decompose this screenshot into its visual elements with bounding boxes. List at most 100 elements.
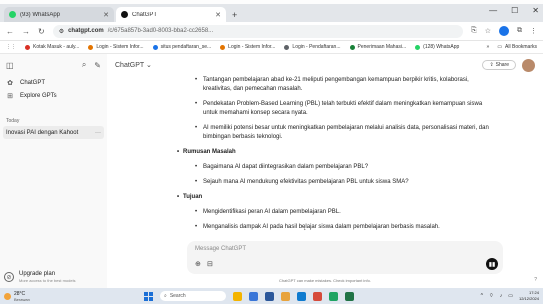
main-header: ChatGPT ⌄ ⇪ Share <box>107 54 543 76</box>
sidebar-item-explore-gpts[interactable]: ⊞ Explore GPTs <box>0 89 107 102</box>
search-icon[interactable]: ⌕ <box>82 60 86 70</box>
avatar[interactable] <box>522 58 535 72</box>
bookmarks-right: » ▭ All Bookmarks <box>487 44 537 50</box>
bookmark-item[interactable]: Login - Sistem Infor... <box>220 44 275 50</box>
close-window-icon[interactable]: ✕ <box>532 6 539 15</box>
bookmark-item[interactable]: Login - Sistem Infor... <box>88 44 144 50</box>
bookmark-item[interactable]: (128) WhatsApp <box>415 44 459 50</box>
app-icon[interactable] <box>313 291 322 301</box>
whatsapp-icon <box>9 11 16 18</box>
main-panel: ChatGPT ⌄ ⇪Share Tantangan pembelajaran … <box>107 54 543 288</box>
tab-whatsapp[interactable]: (93) WhatsApp ✕ <box>4 7 114 22</box>
message-input[interactable]: Message ChatGPT <box>195 246 246 252</box>
taskbar: 28°C Berawan ⌕ Search ^ ⌔ ♪ ▭ 17:24 12/12… <box>0 288 543 304</box>
close-icon[interactable]: ✕ <box>215 11 221 19</box>
model-selector[interactable]: ChatGPT ⌄ <box>115 61 152 69</box>
edge-icon[interactable] <box>297 291 306 301</box>
chevron-right-icon[interactable]: » <box>487 44 490 50</box>
bookmark-item[interactable]: Kotak Masuk - auly... <box>25 44 79 50</box>
sidebar: ◫ ⌕ ✎ ✿ ChatGPT ⊞ Explore GPTs Today Ino… <box>0 54 107 288</box>
chrome-icon[interactable] <box>329 291 338 301</box>
sidebar-toggle-icon[interactable]: ◫ <box>6 61 14 70</box>
url-host: chatgpt.com <box>68 28 104 34</box>
volume-icon[interactable]: ♪ <box>500 293 503 299</box>
list-item: Sejauh mana AI mendukung efektivitas pem… <box>195 178 495 187</box>
list-item: Menganalisis dampak AI pada hasil belaja… <box>195 223 495 232</box>
profile-icon[interactable] <box>499 26 509 36</box>
file-explorer-icon[interactable] <box>281 291 290 301</box>
upgrade-subtitle: More access to the best models <box>19 278 76 283</box>
star-icon[interactable]: ☆ <box>485 27 491 35</box>
scroll-down-icon[interactable]: ↓ <box>303 225 307 232</box>
windows-start-icon[interactable] <box>144 291 153 301</box>
sidebar-item-label: ChatGPT <box>20 79 46 86</box>
voice-icon[interactable]: ▮▮ <box>486 258 498 270</box>
chevron-up-icon[interactable]: ^ <box>481 293 483 299</box>
clock[interactable]: 17:24 12/12/2024 <box>519 290 539 302</box>
battery-icon[interactable]: ▭ <box>508 293 513 299</box>
menu-icon[interactable]: ⋮ <box>530 27 537 35</box>
chat-history-item[interactable]: Inovasi PAI dengan Kahoot ··· <box>3 126 104 139</box>
gmail-icon <box>25 44 30 50</box>
share-icon: ⇪ <box>489 62 494 68</box>
list-item: AI memiliki potensi besar untuk meningka… <box>195 124 495 142</box>
site-info-icon[interactable]: ⚙ <box>59 28 64 35</box>
extensions-icon[interactable]: ⧉ <box>517 27 522 35</box>
minimize-icon[interactable]: — <box>489 6 497 15</box>
section-heading: Tujuan <box>177 193 495 202</box>
address-actions: ⎘ ☆ ⧉ ⋮ <box>471 26 537 36</box>
new-chat-icon[interactable]: ✎ <box>94 61 101 70</box>
bullet-list: Bagaimana AI dapat diintegrasikan dalam … <box>195 163 495 187</box>
translate-icon[interactable]: ⎘ <box>471 27 477 35</box>
reload-icon[interactable]: ↻ <box>38 27 45 36</box>
message-composer[interactable]: Message ChatGPT ⊕ ⊟ ▮▮ <box>187 241 503 274</box>
weather-widget[interactable]: 28°C Berawan <box>4 291 144 302</box>
chat-title: Inovasi PAI dengan Kahoot <box>6 129 79 136</box>
tab-title: ChatGPT <box>132 11 158 18</box>
sidebar-item-chatgpt[interactable]: ✿ ChatGPT <box>0 76 107 89</box>
bookmark-item[interactable]: situs pendaftaran_se... <box>152 44 211 50</box>
maximize-icon[interactable]: ☐ <box>511 6 518 15</box>
upgrade-icon: ⊘ <box>4 272 14 282</box>
url-field[interactable]: ⚙ chatgpt.com/c/675a857b-3ad0-8003-bba2-… <box>52 24 464 38</box>
site-icon <box>220 44 226 50</box>
tools-icon[interactable]: ⊟ <box>207 260 213 268</box>
bookmark-item[interactable]: Login - Pendaftaran... <box>284 44 341 50</box>
taskbar-search[interactable]: ⌕ Search <box>160 291 226 301</box>
back-icon[interactable]: ← <box>6 27 14 36</box>
tab-chatgpt[interactable]: ChatGPT ✕ <box>116 7 226 22</box>
upgrade-title: Upgrade plan <box>19 271 56 277</box>
grid-icon: ⊞ <box>7 92 13 100</box>
excel-icon[interactable] <box>345 291 354 301</box>
apps-icon[interactable]: ⋮⋮ <box>6 44 16 50</box>
forward-icon[interactable]: → <box>22 27 30 36</box>
bullet-list: Mengidentifikasi peran AI dalam pembelaj… <box>195 208 495 232</box>
upgrade-plan[interactable]: ⊘ Upgrade plan More access to the best m… <box>4 271 75 283</box>
share-button[interactable]: ⇪ Share <box>482 60 516 70</box>
system-tray: ^ ⌔ ♪ ▭ 17:24 12/12/2024 <box>481 290 539 302</box>
new-tab-icon[interactable]: + <box>232 10 237 20</box>
bookmark-item[interactable]: Penerimaan Mahasi... <box>349 44 406 50</box>
bullet-list: Tantangan pembelajaran abad ke-21 melipu… <box>195 76 495 142</box>
weather-text: Berawan <box>14 296 30 302</box>
attach-icon[interactable]: ⊕ <box>195 260 201 268</box>
list-item: Pendekatan Problem-Based Learning (PBL) … <box>195 100 495 118</box>
folder-icon: ▭ <box>497 44 503 50</box>
whatsapp-icon <box>415 44 421 50</box>
wifi-icon[interactable]: ⌔ <box>489 293 494 299</box>
disclaimer: ChatGPT can make mistakes. Check importa… <box>279 278 371 283</box>
more-icon[interactable]: ··· <box>95 130 101 136</box>
app-icon[interactable] <box>233 291 242 301</box>
close-icon[interactable]: ✕ <box>103 11 109 19</box>
chatgpt-icon <box>121 11 128 18</box>
task-view-icon[interactable] <box>249 291 258 301</box>
help-icon[interactable]: ? <box>534 277 537 283</box>
list-item: Mengidentifikasi peran AI dalam pembelaj… <box>195 208 495 217</box>
sidebar-item-label: Explore GPTs <box>20 92 57 99</box>
all-bookmarks[interactable]: ▭ All Bookmarks <box>497 44 537 50</box>
browser-tabbar: (93) WhatsApp ✕ ChatGPT ✕ + — ☐ ✕ <box>0 4 543 22</box>
word-icon[interactable] <box>265 291 274 301</box>
site-icon <box>152 44 158 50</box>
tab-title: (93) WhatsApp <box>20 11 61 18</box>
site-icon <box>88 44 94 50</box>
